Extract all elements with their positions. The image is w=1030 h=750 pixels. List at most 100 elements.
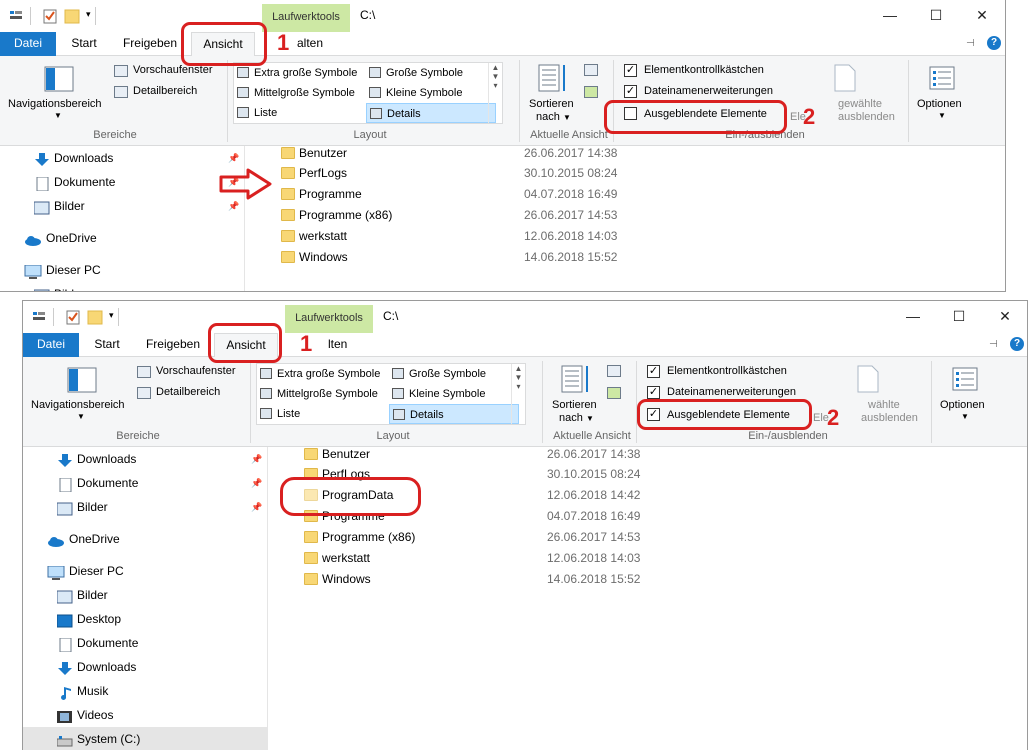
file-row-programme-x86[interactable]: Programme (x86) 26.06.2017 14:53: [246, 205, 746, 226]
file-row-benutzer[interactable]: Benutzer 26.06.2017 14:38: [246, 143, 746, 164]
new-folder-icon[interactable]: [64, 8, 80, 24]
nav-item-downloads[interactable]: Downloads 📌: [57, 447, 267, 471]
close-button[interactable]: ✕: [985, 305, 1025, 327]
tab-verwalten[interactable]: lten: [328, 333, 358, 357]
layout-list[interactable]: Liste: [257, 404, 387, 424]
sort-chevron-icon[interactable]: ▼: [563, 113, 571, 122]
optionen-button[interactable]: Optionen: [940, 399, 985, 411]
optionen-button[interactable]: Optionen: [917, 98, 962, 110]
minimize-button[interactable]: —: [893, 305, 933, 327]
elementkontrollkaestchen-label[interactable]: Elementkontrollkästchen: [644, 64, 764, 76]
layout-large-icons[interactable]: Große Symbole: [366, 63, 488, 83]
detailbereich-button[interactable]: Detailbereich: [156, 386, 220, 398]
close-button[interactable]: ✕: [962, 4, 1002, 26]
properties-icon[interactable]: [8, 8, 24, 24]
detailbereich-button[interactable]: Detailbereich: [133, 85, 197, 97]
layout-extra-large-icons[interactable]: Extra große Symbole: [257, 364, 387, 384]
group-by-icon[interactable]: [607, 365, 621, 377]
qat-dropdown-icon[interactable]: ▾: [86, 9, 91, 20]
new-folder-icon[interactable]: [87, 309, 103, 325]
layout-extra-large-icons[interactable]: Extra große Symbole: [234, 63, 364, 83]
chevron-down-icon[interactable]: ▼: [77, 412, 85, 421]
qat-dropdown-icon[interactable]: ▾: [109, 310, 114, 321]
tab-start[interactable]: Start: [85, 333, 129, 357]
layout-large-icons[interactable]: Große Symbole: [389, 364, 511, 384]
tab-datei[interactable]: Datei: [23, 333, 79, 357]
nav-item-bilder[interactable]: Bilder 📌: [56, 495, 267, 519]
sortieren-nach-label[interactable]: nach: [559, 412, 583, 424]
file-row-benutzer[interactable]: Benutzer 26.06.2017 14:38: [269, 444, 769, 465]
nav-item-pc-dokumente[interactable]: Dokumente: [57, 631, 267, 655]
sortieren-nach-label[interactable]: nach: [536, 111, 560, 123]
checklist-icon[interactable]: [65, 309, 81, 325]
nav-item-pc-desktop[interactable]: Desktop: [56, 607, 267, 631]
file-row-programme[interactable]: Programme 04.07.2018 16:49: [246, 184, 746, 205]
layout-medium-icons[interactable]: Mittelgroße Symbole: [234, 83, 364, 103]
elementkontrollkaestchen-checkbox[interactable]: ✓: [624, 64, 637, 77]
dateinamenerweiterungen-label[interactable]: Dateinamenerweiterungen: [644, 85, 773, 97]
file-row-windows[interactable]: Windows 14.06.2018 15:52: [269, 569, 769, 590]
properties-icon[interactable]: [31, 309, 47, 325]
layout-small-icons[interactable]: Kleine Symbole: [366, 83, 488, 103]
file-row-perflogs[interactable]: PerfLogs 30.10.2015 08:24: [246, 163, 746, 184]
tab-start[interactable]: Start: [62, 32, 106, 56]
nav-item-onedrive[interactable]: OneDrive: [47, 527, 267, 551]
layout-details[interactable]: Details: [366, 103, 496, 123]
ribbon-pin-icon[interactable]: ⊣: [966, 38, 975, 49]
tab-verwalten[interactable]: alten: [297, 32, 337, 56]
file-row-werkstatt[interactable]: werkstatt 12.06.2018 14:03: [269, 548, 769, 569]
maximize-button[interactable]: ☐: [939, 305, 979, 327]
add-columns-icon[interactable]: [584, 86, 598, 98]
nav-item-bilder-pc[interactable]: Bilder: [34, 282, 244, 291]
dateinamenerweiterungen-label[interactable]: Dateinamenerweiterungen: [667, 386, 796, 398]
group-by-icon[interactable]: [584, 64, 598, 76]
help-icon[interactable]: ?: [1010, 337, 1024, 351]
help-icon[interactable]: ?: [987, 36, 1001, 50]
layout-medium-icons[interactable]: Mittelgroße Symbole: [257, 384, 387, 404]
optionen-chevron-icon[interactable]: ▼: [961, 412, 969, 421]
nav-item-dieser-pc[interactable]: Dieser PC: [24, 258, 244, 282]
vorschaufenster-button[interactable]: Vorschaufenster: [156, 365, 236, 377]
pin-icon[interactable]: 📌: [251, 471, 262, 495]
nav-item-bilder[interactable]: Bilder 📌: [33, 194, 244, 218]
nav-item-onedrive[interactable]: OneDrive: [24, 226, 244, 250]
nav-item-pc-videos[interactable]: Videos: [57, 703, 267, 727]
sortieren-button[interactable]: Sortieren: [529, 98, 574, 110]
gallery-scroll[interactable]: ▲ ▼ ▾: [488, 63, 502, 123]
minimize-button[interactable]: —: [870, 4, 910, 26]
nav-item-system-c[interactable]: System (C:): [23, 727, 267, 750]
tab-datei[interactable]: Datei: [0, 32, 56, 56]
layout-details[interactable]: Details: [389, 404, 519, 424]
elementkontrollkaestchen-checkbox[interactable]: ✓: [647, 365, 660, 378]
dateinamenerweiterungen-checkbox[interactable]: ✓: [647, 386, 660, 399]
optionen-chevron-icon[interactable]: ▼: [938, 111, 946, 120]
nav-item-pc-downloads[interactable]: Downloads: [57, 655, 267, 679]
ribbon-pin-icon[interactable]: ⊣: [989, 339, 998, 350]
pin-icon[interactable]: 📌: [251, 495, 262, 519]
tab-freigeben[interactable]: Freigeben: [116, 32, 184, 56]
file-row-windows[interactable]: Windows 14.06.2018 15:52: [246, 247, 746, 268]
sort-chevron-icon[interactable]: ▼: [586, 414, 594, 423]
nav-item-pc-musik[interactable]: Musik: [57, 679, 267, 703]
pin-icon[interactable]: 📌: [228, 146, 239, 170]
file-row-werkstatt[interactable]: werkstatt 12.06.2018 14:03: [246, 226, 746, 247]
checklist-icon[interactable]: [42, 8, 58, 24]
dateinamenerweiterungen-checkbox[interactable]: ✓: [624, 85, 637, 98]
nav-item-downloads[interactable]: Downloads 📌: [34, 146, 244, 170]
pin-icon[interactable]: 📌: [251, 447, 262, 471]
nav-item-dokumente[interactable]: Dokumente 📌: [34, 170, 244, 194]
nav-item-pc-bilder[interactable]: Bilder: [56, 583, 267, 607]
layout-list[interactable]: Liste: [234, 103, 364, 123]
gallery-scroll[interactable]: ▲ ▼ ▾: [511, 364, 525, 424]
tab-freigeben[interactable]: Freigeben: [139, 333, 207, 357]
layout-small-icons[interactable]: Kleine Symbole: [389, 384, 511, 404]
nav-item-dokumente[interactable]: Dokumente 📌: [57, 471, 267, 495]
navigationsbereich-button[interactable]: Navigationsbereich: [31, 399, 125, 411]
elementkontrollkaestchen-label[interactable]: Elementkontrollkästchen: [667, 365, 787, 377]
file-row-programme-x86[interactable]: Programme (x86) 26.06.2017 14:53: [269, 527, 769, 548]
sortieren-button[interactable]: Sortieren: [552, 399, 597, 411]
nav-item-dieser-pc[interactable]: Dieser PC: [47, 559, 267, 583]
navigationsbereich-button[interactable]: Navigationsbereich: [8, 98, 102, 110]
maximize-button[interactable]: ☐: [916, 4, 956, 26]
chevron-down-icon[interactable]: ▼: [54, 111, 62, 120]
